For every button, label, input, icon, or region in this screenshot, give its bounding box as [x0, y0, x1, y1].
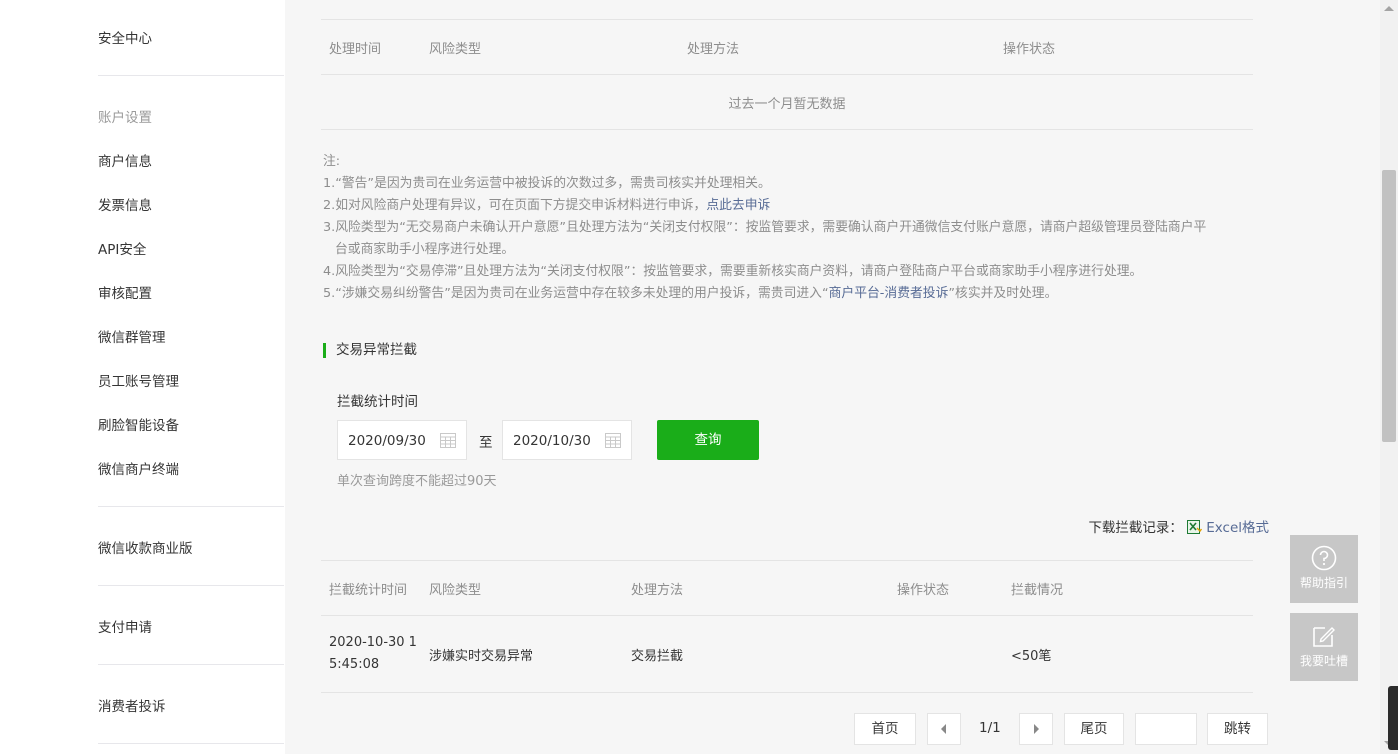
- sidebar-divider: [98, 664, 284, 665]
- jump-button[interactable]: 跳转: [1207, 713, 1268, 745]
- intercept-table: 拦截统计时间 风险类型 处理方法 操作状态 拦截情况 2020-10-30 1 …: [321, 561, 1253, 693]
- table-header-row: 拦截统计时间 风险类型 处理方法 操作状态 拦截情况: [321, 561, 1253, 616]
- first-page-button[interactable]: 首页: [854, 713, 916, 745]
- last-page-button[interactable]: 尾页: [1064, 713, 1124, 745]
- sidebar-item-wechat-group[interactable]: 微信群管理: [98, 326, 166, 346]
- side-widget[interactable]: [1388, 686, 1398, 750]
- column-header: 风险类型: [421, 561, 623, 616]
- scrollbar-thumb[interactable]: [1382, 170, 1396, 442]
- sidebar-item-merchant-info[interactable]: 商户信息: [98, 150, 152, 170]
- download-records: 下载拦截记录： Excel格式: [1088, 516, 1269, 536]
- page-jump-input[interactable]: [1135, 713, 1197, 745]
- note-text: ”核实并及时处理。: [948, 286, 1058, 301]
- page-info: 1/1: [979, 720, 1001, 736]
- column-header: 操作状态: [995, 20, 1253, 75]
- sidebar-item-invoice-info[interactable]: 发票信息: [98, 194, 152, 214]
- cell-time: 2020-10-30 1 5:45:08: [321, 616, 421, 693]
- time-label: 拦截统计时间: [337, 394, 418, 410]
- excel-icon[interactable]: [1187, 520, 1203, 534]
- sidebar: 安全中心 账户设置 商户信息 发票信息 API安全 审核配置 微信群管理 员工账…: [0, 0, 285, 754]
- sidebar-item-business-edition[interactable]: 微信收款商业版: [98, 537, 193, 557]
- sidebar-item-merchant-terminal[interactable]: 微信商户终端: [98, 458, 179, 478]
- cell-result: <50笔: [1011, 648, 1052, 664]
- note-line: 2.如对风险商户处理有异议，可在页面下方提交申诉材料进行申诉，点此去申诉: [323, 195, 1283, 217]
- main-content: 处理时间 风险类型 处理方法 操作状态 过去一个月暂无数据 注: 1.“警告”是…: [285, 0, 1380, 754]
- feedback-button[interactable]: 我要吐槽: [1290, 613, 1358, 681]
- sidebar-divider: [98, 506, 284, 507]
- help-guide-label: 帮助指引: [1299, 576, 1348, 590]
- risk-table: 处理时间 风险类型 处理方法 操作状态 过去一个月暂无数据: [321, 20, 1253, 130]
- column-header: 拦截统计时间: [321, 561, 421, 616]
- notes-block: 注: 1.“警告”是因为贵司在业务运营中被投诉的次数过多，需贵司核实并处理相关。…: [323, 151, 1283, 305]
- table-header-row: 处理时间 风险类型 处理方法 操作状态: [321, 20, 1253, 75]
- sidebar-item-payment-apply[interactable]: 支付申请: [98, 616, 152, 636]
- cell-status: [889, 616, 1003, 693]
- end-date-input[interactable]: [503, 421, 605, 461]
- risk-table-panel: 处理时间 风险类型 处理方法 操作状态 过去一个月暂无数据: [321, 0, 1255, 130]
- intercept-table-panel: 拦截统计时间 风险类型 处理方法 操作状态 拦截情况 2020-10-30 1 …: [321, 560, 1255, 693]
- sidebar-divider: [98, 75, 284, 76]
- scroll-up-arrow-icon[interactable]: [1384, 6, 1394, 11]
- chevron-left-icon: [941, 724, 946, 734]
- column-header: 风险类型: [421, 20, 679, 75]
- table-row: 2020-10-30 1 5:45:08 涉嫌实时交易异常 交易拦截 <50笔: [321, 616, 1253, 693]
- note-text: 2.如对风险商户处理有异议，可在页面下方提交申诉材料进行申诉，: [323, 198, 707, 213]
- table-top-border: [321, 0, 1253, 20]
- start-date-field[interactable]: [337, 420, 467, 461]
- prev-page-button[interactable]: [927, 713, 961, 745]
- next-page-button[interactable]: [1019, 713, 1053, 745]
- column-header: 处理方法: [623, 561, 889, 616]
- column-header: 处理方法: [679, 20, 995, 75]
- cell-time-line: 5:45:08: [329, 657, 380, 672]
- sidebar-item-consumer-complaints[interactable]: 消费者投诉: [98, 695, 166, 715]
- note-text: 5.“涉嫌交易纠纷警告”是因为贵司在业务运营中存在较多未处理的用户投诉，需贵司进…: [323, 286, 829, 301]
- query-button[interactable]: 查询: [657, 420, 759, 460]
- note-line: 1.“警告”是因为贵司在业务运营中被投诉的次数过多，需贵司核实并处理相关。: [323, 176, 771, 191]
- help-guide-button[interactable]: 帮助指引: [1290, 535, 1358, 603]
- note-line: 台或商家助手小程序进行处理。: [335, 242, 515, 257]
- download-label: 下载拦截记录：: [1088, 520, 1183, 536]
- empty-state-text: 过去一个月暂无数据: [728, 96, 846, 112]
- column-header: 操作状态: [889, 561, 1003, 616]
- feedback-label: 我要吐槽: [1299, 654, 1348, 668]
- start-date-input[interactable]: [338, 421, 440, 461]
- cell-time-line: 2020-10-30 1: [329, 635, 417, 650]
- note-line: 4.风险类型为“交易停滞”且处理方法为“关闭支付权限”：按监管要求，需要重新核实…: [323, 264, 1143, 279]
- date-separator: 至: [479, 435, 493, 451]
- chevron-right-icon: [1034, 724, 1039, 734]
- sidebar-item-security-center[interactable]: 安全中心: [98, 27, 152, 47]
- calendar-icon[interactable]: [605, 432, 621, 448]
- sidebar-item-api-security[interactable]: API安全: [98, 238, 146, 258]
- sidebar-divider: [98, 585, 284, 586]
- end-date-field[interactable]: [502, 420, 632, 461]
- cell-method: 交易拦截: [631, 648, 684, 664]
- help-icon: [1311, 545, 1337, 571]
- sidebar-divider: [98, 743, 284, 744]
- calendar-icon[interactable]: [440, 432, 456, 448]
- sidebar-item-face-devices[interactable]: 刷脸智能设备: [98, 414, 179, 434]
- excel-download-link[interactable]: Excel格式: [1206, 520, 1269, 536]
- edit-icon: [1313, 627, 1335, 647]
- empty-row: 过去一个月暂无数据: [321, 75, 1253, 130]
- note-line: 5.“涉嫌交易纠纷警告”是因为贵司在业务运营中存在较多未处理的用户投诉，需贵司进…: [323, 283, 1283, 305]
- sidebar-group-account-settings: 账户设置: [98, 110, 152, 126]
- sidebar-item-review-config[interactable]: 审核配置: [98, 282, 152, 302]
- consumer-complaints-link[interactable]: 商户平台-消费者投诉: [829, 286, 949, 301]
- sidebar-item-staff-accounts[interactable]: 员工账号管理: [98, 370, 179, 390]
- column-header: 拦截情况: [1003, 561, 1253, 616]
- section-title: 交易异常拦截: [323, 343, 417, 358]
- note-line: 3.风险类型为“无交易商户未确认开户意愿”且处理方法为“关闭支付权限”：按监管要…: [323, 220, 1207, 235]
- cell-risk-type: 涉嫌实时交易异常: [429, 648, 534, 664]
- column-header: 处理时间: [321, 20, 421, 75]
- appeal-link[interactable]: 点此去申诉: [706, 198, 770, 213]
- notes-title: 注:: [323, 154, 341, 169]
- query-hint: 单次查询跨度不能超过90天: [337, 474, 497, 489]
